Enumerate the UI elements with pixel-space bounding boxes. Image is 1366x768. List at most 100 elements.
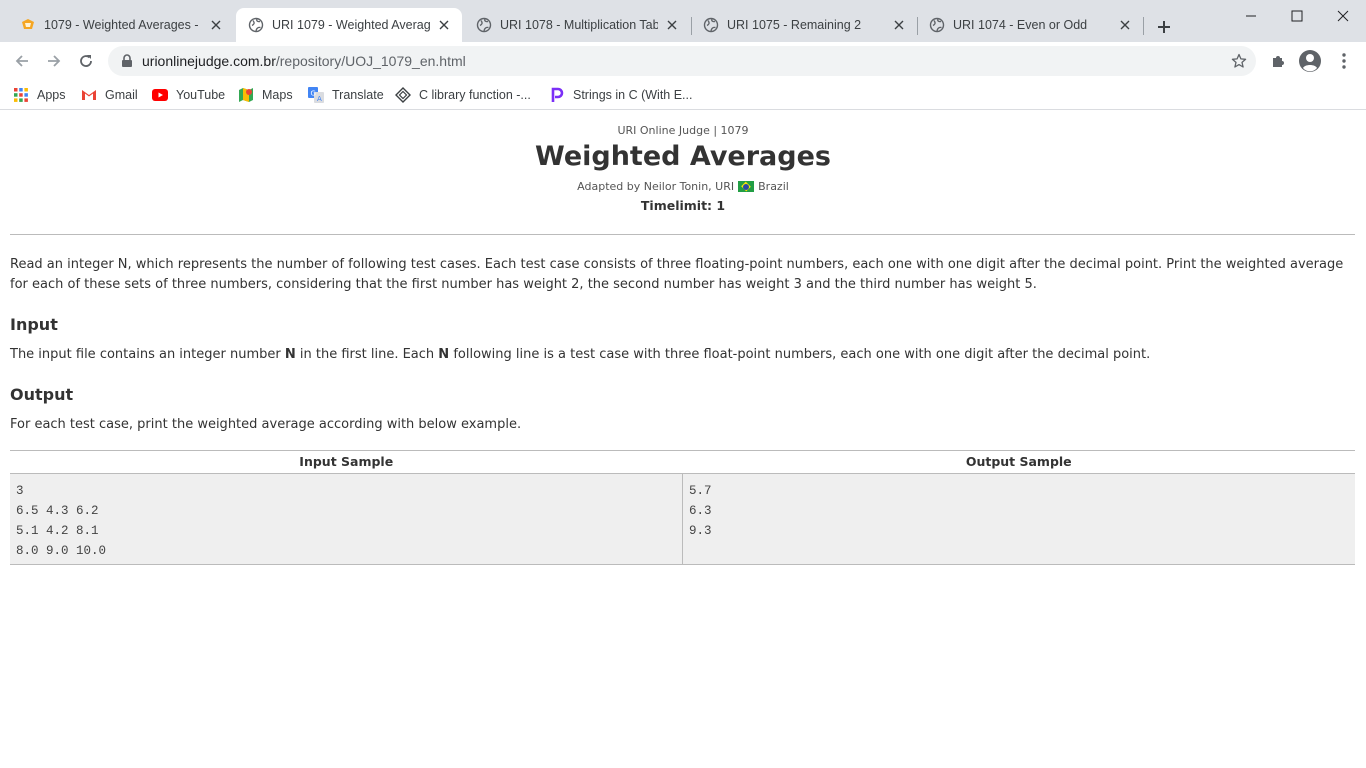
- maps-icon: [238, 87, 254, 103]
- url-path: /repository/UOJ_1079_en.html: [275, 53, 466, 69]
- arrow-right-icon: [48, 55, 61, 67]
- input-sample-line: 6.5 4.3 6.2: [16, 504, 99, 518]
- globe-icon: [929, 17, 945, 33]
- input-heading: Input: [10, 315, 58, 334]
- plus-icon: [1158, 21, 1170, 33]
- output-sample-line: 5.7: [689, 484, 712, 498]
- back-button[interactable]: [8, 47, 36, 75]
- address-bar[interactable]: urionlinejudge.com.br/repository/UOJ_107…: [108, 46, 1256, 76]
- bookmark-translate[interactable]: GA Translate: [308, 84, 384, 106]
- output-sample-line: 9.3: [689, 524, 712, 538]
- sample-table: Input Sample Output Sample 3 6.5 4.3 6.2…: [10, 450, 1355, 565]
- apps-grid-icon: [13, 87, 29, 103]
- tab-1079-uri-page[interactable]: 1079 - Weighted Averages - U: [8, 8, 234, 42]
- close-tab-icon[interactable]: [891, 17, 907, 33]
- tab-uri-1075[interactable]: URI 1075 - Remaining 2: [691, 8, 917, 42]
- bookmark-strings-in-c[interactable]: Strings in C (With E...: [549, 84, 692, 106]
- problem-description: Read an integer N, which represents the …: [10, 257, 1344, 292]
- youtube-icon: [152, 87, 168, 103]
- gmail-icon: [81, 87, 97, 103]
- extensions-button[interactable]: [1264, 47, 1292, 75]
- output-sample-header: Output Sample: [965, 454, 1072, 469]
- maximize-icon: [1291, 10, 1303, 22]
- uri-logo-icon: [20, 17, 36, 33]
- bookmark-label: YouTube: [176, 88, 226, 102]
- forward-button[interactable]: [40, 47, 68, 75]
- puzzle-icon: [1273, 56, 1284, 67]
- input-sample-line: 5.1 4.2 8.1: [16, 524, 99, 538]
- tab-strip: 1079 - Weighted Averages - U URI 1079 - …: [0, 0, 1366, 42]
- tutorialspoint-icon: [395, 87, 411, 103]
- divider: [10, 234, 1355, 235]
- input-text-part: in the first line. Each: [295, 347, 439, 362]
- reload-button[interactable]: [72, 47, 100, 75]
- judge-breadcrumb: URI Online Judge | 1079: [617, 124, 749, 137]
- tab-separator: [1143, 17, 1144, 35]
- maximize-button[interactable]: [1274, 0, 1320, 32]
- minimize-button[interactable]: [1228, 0, 1274, 32]
- tab-uri-1079[interactable]: URI 1079 - Weighted Averages: [236, 8, 462, 42]
- output-heading: Output: [10, 385, 74, 404]
- problem-page: URI Online Judge | 1079 Weighted Average…: [0, 111, 1366, 768]
- chrome-menu-button[interactable]: [1330, 47, 1358, 75]
- bookmark-label: Maps: [262, 88, 293, 102]
- bookmark-apps[interactable]: Apps: [13, 84, 66, 106]
- adapted-country: Brazil: [758, 180, 789, 193]
- input-sample-line: 3: [16, 484, 24, 498]
- programiz-icon: [549, 87, 565, 103]
- input-sample-header: Input Sample: [299, 454, 394, 469]
- output-sample-line: 6.3: [689, 504, 712, 518]
- input-sample-cell: 3 6.5 4.3 6.2 5.1 4.2 8.1 8.0 9.0 10.0: [10, 474, 682, 564]
- input-bold-n: N: [284, 347, 296, 362]
- sample-table-header: Input Sample Output Sample: [10, 451, 1355, 474]
- close-tab-icon[interactable]: [208, 17, 224, 33]
- input-bold-n: N: [438, 347, 450, 362]
- tab-uri-1074[interactable]: URI 1074 - Even or Odd: [917, 8, 1143, 42]
- close-tab-icon[interactable]: [1117, 17, 1133, 33]
- kebab-menu-icon: [1342, 53, 1346, 69]
- profile-button[interactable]: [1296, 47, 1324, 75]
- close-icon: [1337, 10, 1349, 22]
- arrow-left-icon: [15, 55, 28, 67]
- output-sample-cell: 5.7 6.3 9.3: [682, 474, 1355, 564]
- input-sample-line: 8.0 9.0 10.0: [16, 544, 107, 558]
- lock-icon[interactable]: [120, 54, 134, 68]
- bookmark-maps[interactable]: Maps: [238, 84, 293, 106]
- tab-uri-1078[interactable]: URI 1078 - Multiplication Table: [464, 8, 690, 42]
- input-description: The input file contains an integer numbe…: [10, 345, 1356, 365]
- bookmark-label: Apps: [37, 88, 66, 102]
- brazil-flag-icon: [738, 181, 755, 192]
- bookmark-label: Gmail: [105, 88, 138, 102]
- reload-icon: [80, 55, 92, 67]
- bookmarks-bar: Apps Gmail YouTube Maps GA Translate C l…: [0, 80, 1366, 110]
- input-text-part: following line is a test case with three…: [449, 347, 1151, 362]
- bookmark-youtube[interactable]: YouTube: [152, 84, 225, 106]
- translate-icon: GA: [308, 87, 324, 103]
- tab-title: URI 1075 - Remaining 2: [727, 18, 862, 32]
- avatar-icon: [1299, 50, 1321, 72]
- bookmark-c-library-function[interactable]: C library function -...: [395, 84, 531, 106]
- bookmark-gmail[interactable]: Gmail: [81, 84, 138, 106]
- bookmark-label: C library function -...: [419, 88, 531, 102]
- output-description: For each test case, print the weighted a…: [10, 417, 522, 432]
- close-window-button[interactable]: [1320, 0, 1366, 32]
- globe-icon: [248, 17, 264, 33]
- sample-table-body: 3 6.5 4.3 6.2 5.1 4.2 8.1 8.0 9.0 10.0 5…: [10, 474, 1355, 564]
- svg-text:A: A: [317, 95, 322, 103]
- browser-toolbar: urionlinejudge.com.br/repository/UOJ_107…: [0, 42, 1366, 80]
- new-tab-button[interactable]: [1150, 13, 1178, 41]
- adapted-by-line: Adapted by Neilor Tonin, URI Brazil: [0, 180, 1366, 193]
- close-tab-icon[interactable]: [664, 17, 680, 33]
- bookmark-label: Translate: [332, 88, 384, 102]
- bookmark-star-icon[interactable]: [1230, 52, 1248, 70]
- tab-title: URI 1078 - Multiplication Table: [500, 18, 658, 32]
- input-text-part: The input file contains an integer numbe…: [10, 347, 285, 362]
- url-text[interactable]: urionlinejudge.com.br/repository/UOJ_107…: [142, 53, 466, 69]
- globe-icon: [703, 17, 719, 33]
- tab-title: URI 1074 - Even or Odd: [953, 18, 1088, 32]
- timelimit: Timelimit: 1: [640, 198, 726, 213]
- bookmark-label: Strings in C (With E...: [573, 88, 693, 102]
- svg-text:G: G: [311, 90, 316, 98]
- adapted-by-text: Adapted by Neilor Tonin, URI: [577, 180, 735, 193]
- close-tab-icon[interactable]: [436, 17, 452, 33]
